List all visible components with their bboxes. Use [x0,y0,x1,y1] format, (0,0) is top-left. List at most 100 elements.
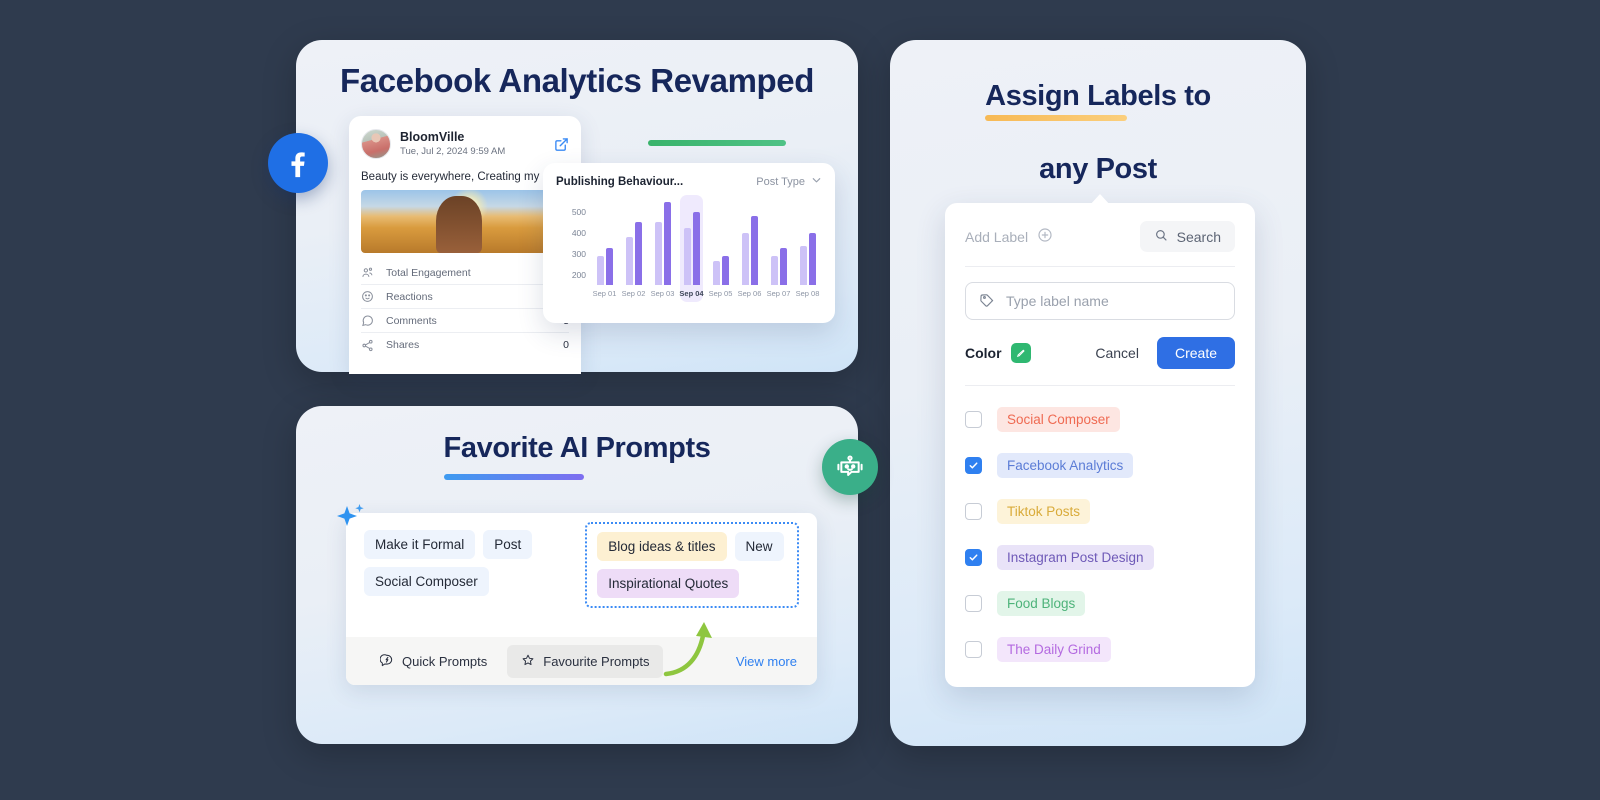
label-tag[interactable]: Instagram Post Design [997,544,1154,570]
chart-bar-dark [605,247,613,285]
prompt-footer: Quick Prompts Favourite Prompts View mor… [346,637,817,685]
chart-bar-light [596,255,604,285]
search-label: Search [1176,228,1221,245]
chart-y-tick: 200 [571,269,586,280]
external-link-icon[interactable] [554,137,569,152]
label-name-input[interactable]: Type label name [965,282,1235,320]
color-swatch-button[interactable] [1010,343,1031,363]
favourite-chip-group: Blog ideas & titles New Inspirational Qu… [585,522,799,608]
favourite-prompts-label: Favourite Prompts [543,653,650,669]
prompt-chip[interactable]: Make it Formal [364,530,476,559]
chart-plot-area: 200 300 400 500 Sep 01 Sep 02 Sep 03 Sep 04 Sep… [556,195,822,307]
chart-bar-light [625,237,633,285]
quick-prompt-icon [379,653,394,670]
color-row: Color Cancel Create [965,337,1235,369]
chart-y-axis: 200 300 400 500 [556,199,586,285]
chart-bar-group[interactable] [648,199,677,285]
favourite-prompts-tab[interactable]: Favourite Prompts [507,644,664,678]
prompt-chip[interactable]: Blog ideas & titles [597,532,727,561]
chart-x-axis: Sep 01 Sep 02 Sep 03 Sep 04 Sep 05 Sep 06 Sep … [590,289,822,298]
chart-x-tick: Sep 06 [737,289,762,298]
chart-bar-group[interactable] [735,199,764,285]
chart-bar-dark [692,211,700,285]
prompt-chip[interactable]: Post [483,530,533,559]
label-list: Social Composer Facebook Analytics Tiktok … [965,396,1235,672]
checkbox-unchecked[interactable] [965,502,982,520]
chart-bar-light [741,233,749,285]
chart-bar-group[interactable] [619,199,648,285]
labels-panel-title-line1: Assign Labels to [985,80,1211,112]
green-arrow-annotation [663,622,712,677]
post-type-label: Post Type [756,176,805,188]
chart-bar-dark [663,201,671,285]
label-list-item[interactable]: Facebook Analytics [965,442,1235,488]
quick-prompts-tab[interactable]: Quick Prompts [366,645,501,678]
label-tag[interactable]: The Daily Grind [997,636,1111,662]
chart-title: Publishing Behaviour... [556,176,684,188]
title-underline-green [648,140,786,146]
stat-label: Total Engagement [386,266,471,279]
title-underline-orange [985,115,1127,121]
post-type-dropdown[interactable]: Post Type [756,175,822,189]
label-tag[interactable]: Tiktok Posts [997,498,1091,524]
label-name-placeholder: Type label name [1006,293,1109,309]
stat-row-comments: Comments 3 [361,309,569,333]
label-list-item[interactable]: Social Composer [965,396,1235,442]
avatar [361,129,391,159]
chart-bar-dark [750,216,758,285]
chart-bar-light [799,245,807,285]
post-header: BloomVille Tue, Jul 2, 2024 9:59 AM [349,116,581,165]
popover-divider [965,266,1235,267]
popover-divider-2 [965,385,1235,386]
view-more-link[interactable]: View more [736,654,797,669]
chevron-down-icon [811,175,822,189]
chart-y-tick: 500 [571,206,586,217]
popover-toolbar: Add Label Search [965,221,1235,252]
search-button[interactable]: Search [1139,221,1235,252]
reactions-emoji-icon [361,290,376,303]
chart-x-tick: Sep 01 [592,289,617,298]
checkbox-checked[interactable] [965,456,982,474]
robot-chat-icon [822,439,878,495]
quick-prompts-label: Quick Prompts [402,653,488,669]
create-button[interactable]: Create [1156,337,1235,369]
ai-panel-title: Favorite AI Prompts [443,432,711,464]
cancel-button[interactable]: Cancel [1083,337,1151,369]
prompt-chip[interactable]: Inspirational Quotes [597,569,740,598]
label-tag[interactable]: Social Composer [997,406,1120,432]
chart-bar-group[interactable] [793,199,822,285]
checkbox-checked[interactable] [965,548,982,566]
label-list-item[interactable]: Instagram Post Design [965,534,1235,580]
chart-bar-group[interactable] [677,195,706,302]
add-label-text: Add Label [965,228,1029,245]
label-tag[interactable]: Facebook Analytics [997,452,1134,478]
label-list-item[interactable]: Food Blogs [965,580,1235,626]
chart-x-tick: Sep 03 [650,289,675,298]
plus-circle-icon [1037,227,1053,246]
checkbox-unchecked[interactable] [965,594,982,612]
color-label: Color [965,345,1002,361]
publishing-behaviour-chart-card: Publishing Behaviour... Post Type 200 300… [543,163,835,323]
chart-bar-group[interactable] [706,199,735,285]
comment-bubble-icon [361,314,376,327]
tag-icon [979,292,995,311]
stat-row-reactions: Reactions [361,285,569,309]
add-label-button[interactable]: Add Label [965,227,1053,246]
prompt-card: Make it Formal Post Social Composer Blog… [346,513,817,685]
label-list-item[interactable]: The Daily Grind [965,626,1235,672]
chart-bar-dark [721,255,729,285]
search-icon [1154,228,1168,245]
chart-bar-group[interactable] [590,199,619,285]
chart-bar-light [770,255,778,285]
prompt-chip[interactable]: Social Composer [364,567,489,596]
label-list-item[interactable]: Tiktok Posts [965,488,1235,534]
checkbox-unchecked[interactable] [965,640,982,658]
checkbox-unchecked[interactable] [965,410,982,428]
screenshot-root: Facebook Analytics Revamped BloomVille T… [0,0,1600,800]
stat-label: Comments [386,314,437,327]
chart-bar-light [654,221,662,285]
prompt-chip[interactable]: New [734,532,784,561]
label-tag[interactable]: Food Blogs [997,590,1086,616]
chart-x-tick: Sep 02 [621,289,646,298]
chart-bar-group[interactable] [764,199,793,285]
